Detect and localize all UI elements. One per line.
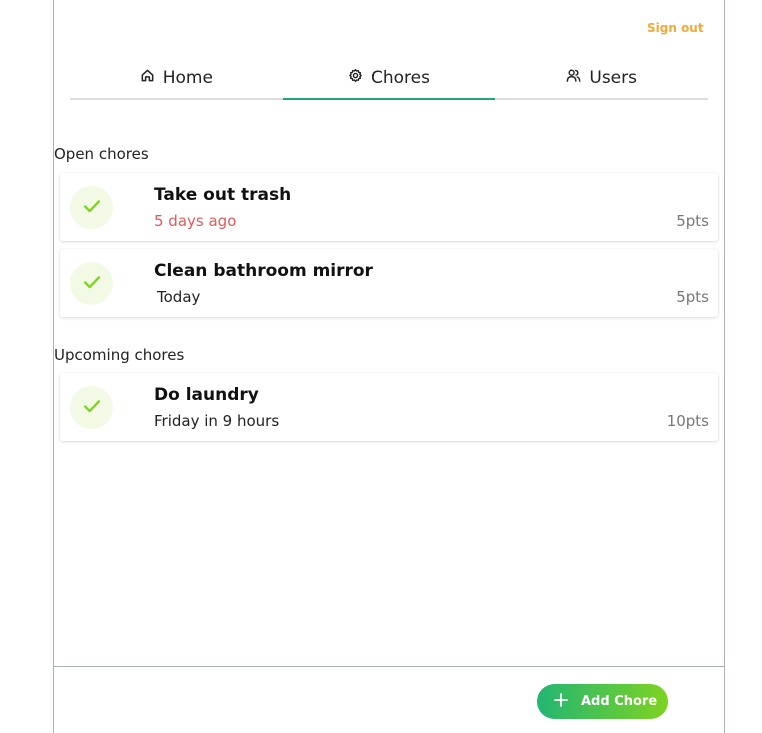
chore-card[interactable]: Do laundry Friday in 9 hours 10pts (60, 373, 718, 441)
tab-users[interactable]: Users (495, 62, 708, 98)
tab-users-label: Users (589, 68, 637, 88)
chore-points: 5pts (676, 288, 709, 306)
open-chores-heading: Open chores (54, 145, 149, 163)
check-icon (81, 395, 103, 421)
tab-home-label: Home (162, 68, 213, 88)
tab-chores-label: Chores (371, 68, 430, 88)
chore-points: 10pts (666, 412, 709, 430)
footer-divider (54, 666, 724, 667)
chore-card[interactable]: Take out trash 5 days ago 5pts (60, 173, 718, 241)
tab-bar: Home Chores Users (70, 62, 708, 100)
sign-out-link[interactable]: Sign out (647, 21, 704, 35)
check-icon (81, 195, 103, 221)
tab-home[interactable]: Home (70, 62, 283, 98)
gear-icon (348, 68, 363, 88)
complete-chore-button[interactable] (70, 262, 113, 305)
add-chore-label: Add Chore (581, 694, 658, 709)
chore-due: 5 days ago (154, 212, 237, 230)
plus-icon (553, 692, 569, 712)
complete-chore-button[interactable] (70, 186, 113, 229)
chore-title: Clean bathroom mirror (154, 261, 373, 281)
chore-points: 5pts (676, 212, 709, 230)
add-chore-button[interactable]: Add Chore (537, 684, 668, 719)
complete-chore-button[interactable] (70, 386, 113, 429)
chore-card[interactable]: Clean bathroom mirror Today 5pts (60, 249, 718, 317)
check-icon (81, 271, 103, 297)
upcoming-chores-heading: Upcoming chores (54, 346, 185, 364)
chore-title: Take out trash (154, 185, 292, 205)
chore-due: Friday in 9 hours (154, 412, 280, 430)
chore-due: Today (157, 288, 201, 306)
chore-title: Do laundry (154, 385, 259, 405)
tab-chores[interactable]: Chores (282, 62, 496, 100)
home-icon (140, 68, 155, 88)
app-frame: Sign out Home Chores Users Open chores T… (53, 0, 725, 733)
users-icon (566, 68, 581, 88)
